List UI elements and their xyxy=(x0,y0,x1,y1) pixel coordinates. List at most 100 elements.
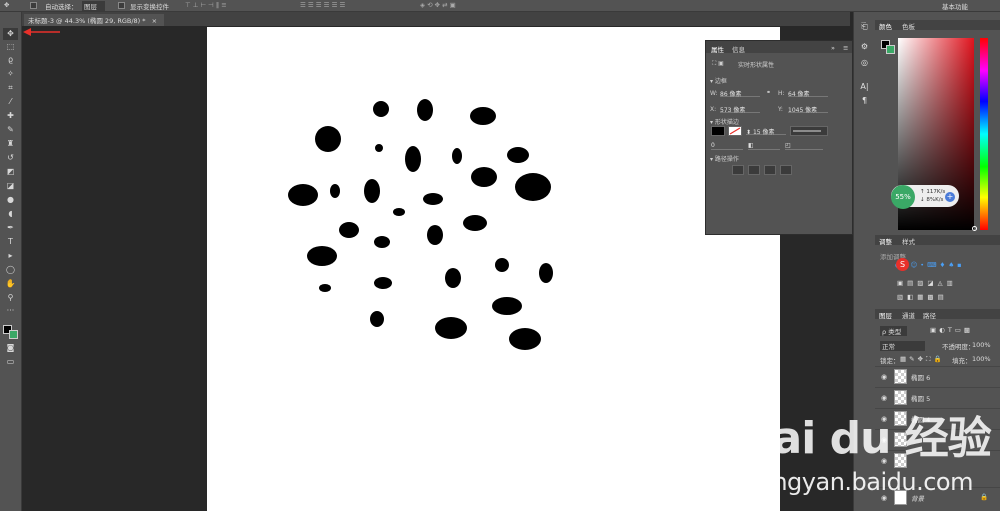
distribute-buttons[interactable]: ☰ ☰ ☰ ☰ ☰ ☰ xyxy=(300,1,345,9)
align-buttons[interactable]: ⊤ ⊥ ⊢ ⊣ ‖ ≡ xyxy=(185,1,227,9)
zoom-tool-icon[interactable]: ⚲ xyxy=(3,292,18,304)
paint-bucket-icon[interactable]: ◪ xyxy=(3,180,18,192)
pen-tool-icon[interactable]: ✒ xyxy=(3,222,18,234)
dodge-tool-icon[interactable]: ◖ xyxy=(3,208,18,220)
type-tool-icon[interactable]: T xyxy=(3,236,18,248)
stamp-tool-icon[interactable]: ♜ xyxy=(3,138,18,150)
brush-tool-icon[interactable]: ✎ xyxy=(3,124,18,136)
ellipse-tool-icon[interactable]: ◯ xyxy=(3,264,18,276)
ellipse-shape[interactable] xyxy=(470,107,496,125)
tab-paths[interactable]: 路径 xyxy=(923,310,936,320)
blend-mode-dropdown[interactable]: 正常 xyxy=(880,341,925,351)
tab-info[interactable]: 信息 xyxy=(732,44,745,54)
layer-filter-dropdown[interactable]: ρ 类型 xyxy=(880,326,908,336)
ellipse-shape[interactable] xyxy=(423,193,443,205)
navigator-icon[interactable]: ◎ xyxy=(858,58,871,70)
plus-icon[interactable]: + xyxy=(945,192,955,202)
tab-layers[interactable]: 图层 xyxy=(879,310,892,320)
more-tools-icon[interactable]: ··· xyxy=(3,305,18,317)
tab-styles[interactable]: 样式 xyxy=(902,236,915,246)
link-icon[interactable]: ⚭ xyxy=(766,89,771,96)
quick-mask-icon[interactable]: ◙ xyxy=(3,342,18,354)
paragraph-icon[interactable]: ¶ xyxy=(858,96,871,108)
magic-wand-icon[interactable]: ✧ xyxy=(3,68,18,80)
stroke-align-dropdown[interactable]: 0 xyxy=(711,142,743,150)
opacity-field[interactable]: 100% xyxy=(972,341,991,349)
brushes-icon[interactable]: ⚙ xyxy=(858,42,871,54)
history-brush-icon[interactable]: ↺ xyxy=(3,152,18,164)
workspace-switcher[interactable]: 基本功能 xyxy=(942,1,968,11)
screen-mode-icon[interactable]: ▭ xyxy=(3,356,18,368)
show-transform-checkbox[interactable] xyxy=(118,2,125,9)
tab-swatches[interactable]: 色板 xyxy=(902,21,915,31)
fill-swatch[interactable] xyxy=(711,126,725,136)
filter-icons[interactable]: ▣◐T▭▩ xyxy=(930,326,973,334)
ellipse-shape[interactable] xyxy=(435,317,467,339)
eye-icon[interactable]: ◉ xyxy=(881,394,887,402)
ellipse-shape[interactable] xyxy=(515,173,551,201)
healing-brush-icon[interactable]: ✚ xyxy=(3,110,18,122)
ellipse-shape[interactable] xyxy=(375,144,383,152)
path-subtract-button[interactable] xyxy=(748,165,760,175)
ellipse-shape[interactable] xyxy=(463,215,487,231)
background-swatch[interactable] xyxy=(886,45,895,54)
tab-channels[interactable]: 通道 xyxy=(902,310,915,320)
background-color-swatch[interactable] xyxy=(9,330,18,339)
hue-slider[interactable] xyxy=(980,38,988,230)
height-field[interactable]: 64 像素 xyxy=(788,89,828,98)
close-icon[interactable]: × xyxy=(152,17,157,25)
adjustment-icons-row2[interactable]: ▧◧▦▩▤ xyxy=(897,293,948,301)
path-combine-button[interactable] xyxy=(732,165,744,175)
stroke-style-dropdown[interactable] xyxy=(790,126,828,136)
x-field[interactable]: 573 像素 xyxy=(720,105,760,114)
ellipse-shape[interactable] xyxy=(374,277,392,289)
stroke-corner-dropdown[interactable]: ◰ xyxy=(785,142,823,150)
tab-adjustments[interactable]: 调整 xyxy=(879,236,892,246)
ellipse-shape[interactable] xyxy=(393,208,405,216)
eye-icon[interactable]: ◉ xyxy=(881,373,887,381)
crop-tool-icon[interactable]: ⌗ xyxy=(3,82,18,94)
document-canvas[interactable] xyxy=(207,27,780,511)
collapse-icon[interactable]: » xyxy=(831,44,835,52)
move-tool-icon[interactable]: ✥ xyxy=(4,1,9,9)
layer-row[interactable]: ◉ 椭圆 6 xyxy=(875,366,1000,386)
adjustment-icons-row1[interactable]: ▣▤▨◪◬▥ xyxy=(897,279,957,287)
ellipse-shape[interactable] xyxy=(509,328,541,350)
ellipse-shape[interactable] xyxy=(330,184,340,198)
path-intersect-button[interactable] xyxy=(764,165,776,175)
character-icon[interactable]: A| xyxy=(858,82,871,94)
ellipse-shape[interactable] xyxy=(307,246,337,266)
blur-tool-icon[interactable]: ● xyxy=(3,194,18,206)
ellipse-shape[interactable] xyxy=(373,101,389,117)
stroke-caps-dropdown[interactable]: ◧ xyxy=(748,142,780,150)
document-tab[interactable]: 未标题-3 @ 44.3% (椭圆 29, RGB/8) * × xyxy=(24,14,164,26)
ellipse-shape[interactable] xyxy=(417,99,433,121)
path-exclude-button[interactable] xyxy=(780,165,792,175)
ellipse-shape[interactable] xyxy=(539,263,553,283)
ellipse-shape[interactable] xyxy=(471,167,497,187)
marquee-tool-icon[interactable]: ⬚ xyxy=(3,41,18,53)
width-field[interactable]: 86 像素 xyxy=(720,89,760,98)
eyedropper-icon[interactable]: ⁄ xyxy=(3,96,18,108)
ellipse-shape[interactable] xyxy=(405,146,421,172)
lock-icons[interactable]: ▦✎✥⛶🔒 xyxy=(900,355,945,364)
ellipse-shape[interactable] xyxy=(492,297,522,315)
ellipse-shape[interactable] xyxy=(495,258,509,272)
stroke-width-field[interactable]: ⬍ 15 像素 xyxy=(746,127,786,136)
ellipse-shape[interactable] xyxy=(452,148,462,164)
move-tool-icon[interactable]: ✥ xyxy=(3,28,18,40)
ellipse-shape[interactable] xyxy=(319,284,331,292)
stroke-swatch[interactable] xyxy=(728,126,742,136)
path-select-icon[interactable]: ▸ xyxy=(3,250,18,262)
ellipse-shape[interactable] xyxy=(288,184,318,206)
ellipse-shape[interactable] xyxy=(339,222,359,238)
3d-mode-buttons[interactable]: ◈ ⟲ ✥ ⇄ ▣ xyxy=(420,1,456,9)
ellipse-shape[interactable] xyxy=(445,268,461,288)
ellipse-shape[interactable] xyxy=(315,126,341,152)
ellipse-shape[interactable] xyxy=(370,311,384,327)
auto-select-dropdown[interactable]: 图层 xyxy=(82,1,105,11)
y-field[interactable]: 1045 像素 xyxy=(788,105,828,114)
tab-properties[interactable]: 属性 xyxy=(711,44,724,54)
picker-cursor[interactable] xyxy=(972,226,977,231)
ellipse-shape[interactable] xyxy=(427,225,443,245)
